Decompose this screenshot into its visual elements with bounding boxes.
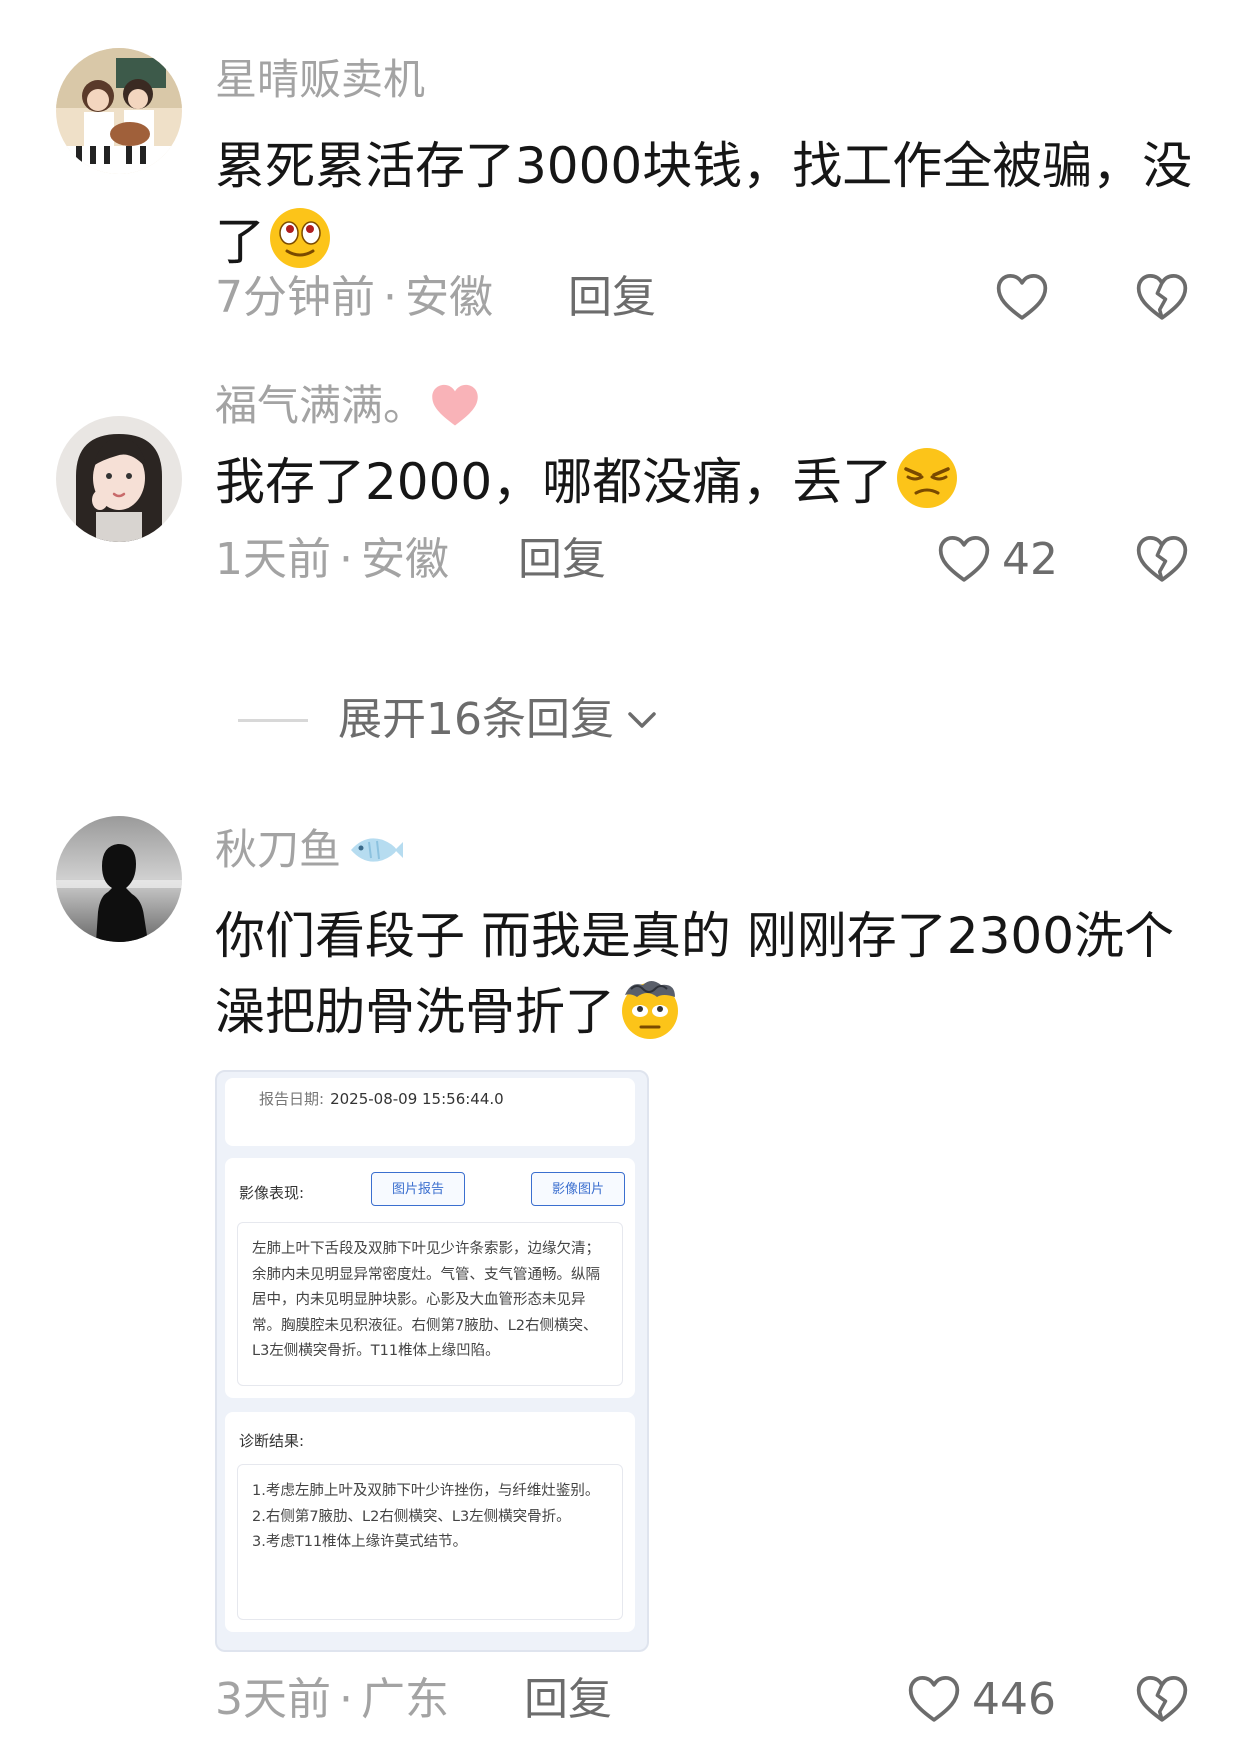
findings-text: 左肺上叶下舌段及双肺下叶见少许条索影，边缘欠清；余肺内未见明显异常密度灶。气管、… (237, 1222, 623, 1386)
comment-location: 安徽 (405, 272, 493, 323)
dizzy-face-emoji-icon (622, 981, 678, 1039)
comment-location: 安徽 (361, 534, 449, 585)
comment-text-content: 我存了2000，哪都没痛，丢了 (215, 453, 893, 511)
reply-button[interactable]: 回复 (518, 532, 606, 588)
comment-text: 累死累活存了3000块钱，找工作全被骗，没了 (215, 128, 1215, 280)
comment-text-content: 累死累活存了3000块钱，找工作全被骗，没了 (215, 137, 1193, 271)
diagnosis-item: 3.考虑T11椎体上缘许莫式结节。 (252, 1534, 468, 1550)
like-count: 42 (1002, 534, 1058, 585)
comment-text: 我存了2000，哪都没痛，丢了 (215, 444, 1215, 520)
dislike-button[interactable] (1134, 270, 1190, 330)
diagnosis-item: 2.右侧第7腋肋、L2右侧横突、L3左侧横突骨折。 (252, 1508, 571, 1525)
chevron-down-icon (628, 712, 656, 728)
username-text: 秋刀鱼 (215, 825, 342, 874)
comment-text-content: 你们看段子 而我是真的 刚刚存了2300洗个澡把肋骨洗骨折了 (215, 907, 1175, 1041)
comment-text: 你们看段子 而我是真的 刚刚存了2300洗个澡把肋骨洗骨折了 (215, 898, 1215, 1050)
report-date-label: 报告日期: (259, 1090, 325, 1108)
comment-location: 广东 (361, 1674, 449, 1725)
heart-icon (936, 532, 992, 588)
imaging-section: 影像表现: 图片报告 影像图片 左肺上叶下舌段及双肺下叶见少许条索影，边缘欠清；… (225, 1158, 635, 1398)
annoyed-face-emoji-icon (897, 448, 958, 508)
like-button[interactable] (994, 270, 1050, 326)
separator-dot: · (339, 1674, 353, 1725)
username-text: 星晴贩卖机 (215, 55, 426, 104)
avatar[interactable] (56, 816, 182, 942)
comment-time: 1天前 (215, 534, 331, 585)
comment-time: 3天前 (215, 1674, 331, 1725)
image-report-button[interactable]: 图片报告 (371, 1172, 465, 1206)
expand-replies-label: 展开16条回复 (338, 694, 614, 745)
comment-time: 7分钟前 (215, 272, 375, 323)
diagnosis-title: 诊断结果: (239, 1432, 305, 1450)
username[interactable]: 秋刀鱼 (215, 824, 404, 876)
like-button[interactable]: 42 (936, 532, 1058, 588)
broken-heart-icon (1134, 270, 1190, 326)
separator-dot: · (383, 272, 397, 323)
broken-heart-icon (1134, 532, 1190, 588)
heart-icon (994, 270, 1050, 326)
image-pictures-button[interactable]: 影像图片 (531, 1172, 625, 1206)
diagnosis-list: 1.考虑左肺上叶及双肺下叶少许挫伤，与纤维灶鉴别。 2.右侧第7腋肋、L2右侧横… (237, 1464, 623, 1620)
dislike-button[interactable] (1134, 1672, 1190, 1732)
attached-report-image[interactable]: 报告日期: 2025-08-09 15:56:44.0 影像表现: 图片报告 影像… (215, 1070, 649, 1652)
like-button[interactable]: 446 (906, 1672, 1056, 1728)
comment-meta: 1天前 · 安徽 (215, 532, 449, 588)
avatar[interactable] (56, 48, 182, 174)
broken-heart-icon (1134, 1672, 1190, 1728)
divider-line (238, 718, 308, 722)
comment-meta: 7分钟前 · 安徽 (215, 270, 493, 326)
separator-dot: · (339, 534, 353, 585)
username[interactable]: 福气满满。 (215, 380, 481, 432)
rolling-eyes-emoji-icon (270, 208, 330, 268)
fish-icon (351, 838, 404, 862)
avatar[interactable] (56, 416, 182, 542)
like-count: 446 (972, 1674, 1056, 1725)
comment-item: 星晴贩卖机 累死累活存了3000块钱，找工作全被骗，没了 7分钟前 · 安徽 回复 (0, 0, 1260, 360)
expand-replies-button[interactable]: 展开16条回复 (238, 692, 662, 748)
reply-button[interactable]: 回复 (524, 1672, 612, 1728)
report-date-bar: 报告日期: 2025-08-09 15:56:44.0 (225, 1078, 635, 1146)
diagnosis-section: 诊断结果: 1.考虑左肺上叶及双肺下叶少许挫伤，与纤维灶鉴别。 2.右侧第7腋肋… (225, 1412, 635, 1632)
heart-icon (906, 1672, 962, 1728)
comment-meta: 3天前 · 广东 (215, 1672, 449, 1728)
report-date-value: 2025-08-09 15:56:44.0 (330, 1090, 504, 1108)
dislike-button[interactable] (1134, 532, 1190, 592)
reply-button[interactable]: 回复 (568, 270, 656, 326)
username-text: 福气满满。 (215, 381, 426, 430)
diagnosis-item: 1.考虑左肺上叶及双肺下叶少许挫伤，与纤维灶鉴别。 (252, 1483, 600, 1499)
imaging-title: 影像表现: (239, 1184, 305, 1202)
username[interactable]: 星晴贩卖机 (215, 54, 425, 106)
comment-item: 福气满满。 我存了2000，哪都没痛，丢了 1天前 · 安徽 回复 42 (0, 381, 1260, 720)
pink-heart-icon (432, 384, 478, 426)
